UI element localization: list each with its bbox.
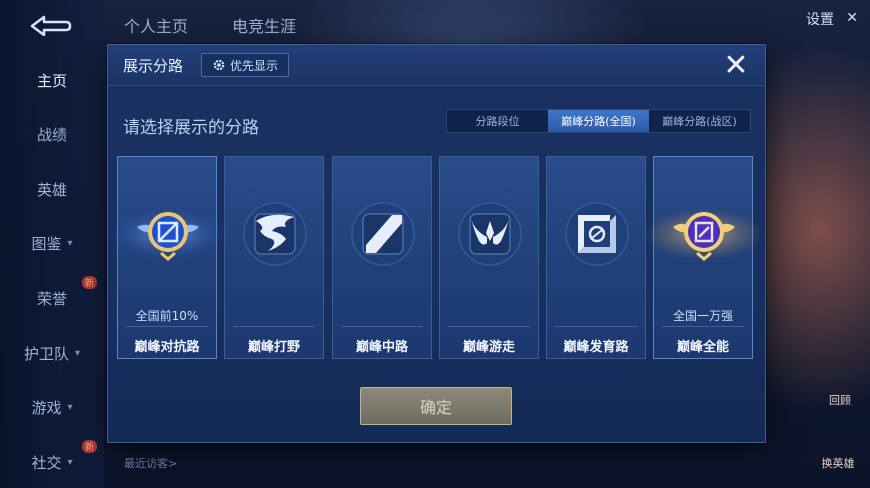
review-button[interactable]: 回顾 xyxy=(820,392,860,408)
lane-card-jungle[interactable]: 巅峰打野 xyxy=(224,156,324,359)
divider xyxy=(233,326,315,327)
selection-prompt: 请选择展示的分路 xyxy=(123,118,259,138)
adc-lane-icon xyxy=(565,202,629,266)
lane-display-dialog: 展示分路 优先显示 ✕ 请选择展示的分路 分路段位 巅峰分路(全国) 巅峰分路(… xyxy=(107,44,766,443)
jungle-dragon-icon xyxy=(243,202,307,266)
dialog-title: 展示分路 xyxy=(123,57,184,75)
chevron-down-icon: ▾ xyxy=(67,456,73,468)
tab-esports-career[interactable]: 电竞生涯 xyxy=(232,13,296,37)
lane-card-support[interactable]: 巅峰游走 xyxy=(439,156,539,359)
tab-profile[interactable]: 个人主页 xyxy=(124,13,188,37)
lane-type-segmented-control: 分路段位 巅峰分路(全国) 巅峰分路(战区) xyxy=(446,109,751,133)
badge-purple-icon xyxy=(644,208,764,261)
lane-card-top[interactable]: 全国前10% 巅峰对抗路 xyxy=(108,156,228,359)
lane-name: 巅峰对抗路 xyxy=(134,340,200,355)
rank-label: 全国前10% xyxy=(135,309,199,323)
back-arrow-icon[interactable] xyxy=(28,14,72,36)
recent-visitors-label[interactable]: 最近访客> xyxy=(124,455,177,471)
lane-card-adc[interactable]: 巅峰发育路 xyxy=(546,156,646,359)
nav-games[interactable]: 游戏 ▾ xyxy=(0,395,104,419)
chevron-down-icon: ▾ xyxy=(74,347,81,359)
new-badge: 新 xyxy=(82,276,98,289)
mid-lane-icon xyxy=(351,202,415,266)
new-badge: 新 xyxy=(82,440,98,453)
side-nav: 主页 战绩 英雄 图鉴 ▾ 荣誉 新 护卫队 ▾ 游戏 ▾ 社交 ▾ 新 xyxy=(0,0,104,488)
dialog-header: 展示分路 优先显示 ✕ xyxy=(108,45,765,86)
nav-atlas[interactable]: 图鉴 ▾ xyxy=(0,231,104,255)
priority-display-button[interactable]: 优先显示 xyxy=(201,53,289,77)
divider xyxy=(662,326,744,327)
lane-name: 巅峰游走 xyxy=(462,340,515,355)
nav-honor[interactable]: 荣誉 xyxy=(0,286,104,310)
lane-card-all-round[interactable]: 全国一万强 巅峰全能 xyxy=(644,156,764,359)
chevron-down-icon: ▾ xyxy=(67,237,73,249)
nav-guard-team[interactable]: 护卫队 ▾ xyxy=(0,341,104,365)
support-wings-icon xyxy=(458,202,522,266)
badge-blue-icon xyxy=(108,208,228,261)
divider xyxy=(555,326,637,327)
nav-records[interactable]: 战绩 xyxy=(0,122,104,146)
priority-display-label: 优先显示 xyxy=(229,58,278,73)
segment-lane-rank[interactable]: 分路段位 xyxy=(447,110,548,132)
close-button[interactable]: ✕ xyxy=(721,51,751,81)
close-icon[interactable]: ✕ xyxy=(846,10,858,26)
chevron-down-icon: ▾ xyxy=(67,401,73,413)
rank-label: 全国一万强 xyxy=(672,309,733,323)
lane-name: 巅峰发育路 xyxy=(563,340,629,355)
switch-hero-button[interactable]: 换英雄 xyxy=(818,455,858,471)
segment-peak-region[interactable]: 巅峰分路(战区) xyxy=(649,110,750,132)
divider xyxy=(126,326,208,327)
divider xyxy=(341,326,423,327)
lane-card-mid[interactable]: 巅峰中路 xyxy=(332,156,432,359)
segment-peak-national[interactable]: 巅峰分路(全国) xyxy=(548,110,649,132)
gear-icon xyxy=(213,59,225,71)
lane-name: 巅峰打野 xyxy=(247,340,300,355)
lane-name: 巅峰中路 xyxy=(355,340,408,355)
nav-home[interactable]: 主页 xyxy=(0,68,104,92)
lane-name: 巅峰全能 xyxy=(676,340,729,355)
divider xyxy=(448,326,530,327)
nav-heroes[interactable]: 英雄 xyxy=(0,177,104,201)
nav-social[interactable]: 社交 ▾ xyxy=(0,450,104,474)
confirm-button[interactable]: 确定 xyxy=(360,387,512,425)
settings-button[interactable]: 设置 xyxy=(806,9,834,29)
